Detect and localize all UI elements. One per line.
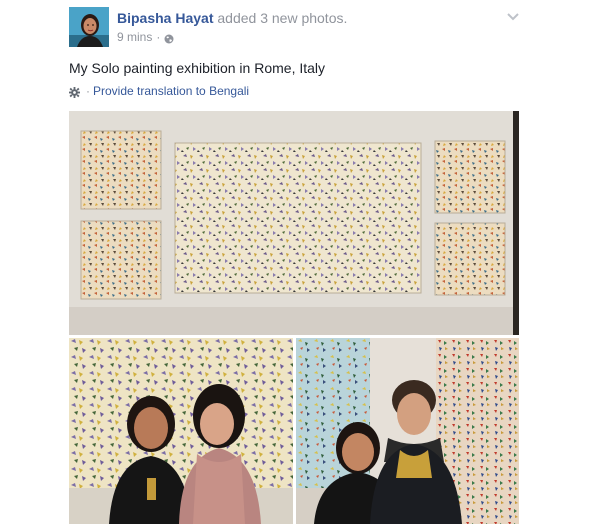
translation-separator: ·: [86, 84, 90, 98]
photo-woman-and-man[interactable]: [296, 338, 519, 524]
post-meta: 9 mins ·: [117, 29, 174, 45]
post-text: My Solo painting exhibition in Rome, Ita…: [69, 60, 326, 76]
photo-two-women[interactable]: [69, 338, 293, 524]
chevron-down-icon[interactable]: [506, 9, 520, 21]
author-line: Bipasha Hayat added 3 new photos.: [117, 9, 347, 27]
author-avatar[interactable]: [69, 7, 109, 47]
post-timestamp[interactable]: 9 mins: [117, 29, 152, 45]
author-name-link[interactable]: Bipasha Hayat: [117, 10, 213, 26]
photo-gallery-wall[interactable]: [69, 111, 519, 335]
facebook-post: Bipasha Hayat added 3 new photos. 9 mins…: [0, 0, 600, 524]
provide-translation-link[interactable]: Provide translation to Bengali: [93, 83, 249, 99]
translation-row: · Provide translation to Bengali: [69, 83, 249, 99]
meta-separator: ·: [156, 30, 161, 44]
post-action-text: added 3 new photos.: [217, 10, 348, 26]
globe-icon[interactable]: [164, 32, 174, 44]
gear-icon[interactable]: [69, 86, 80, 98]
